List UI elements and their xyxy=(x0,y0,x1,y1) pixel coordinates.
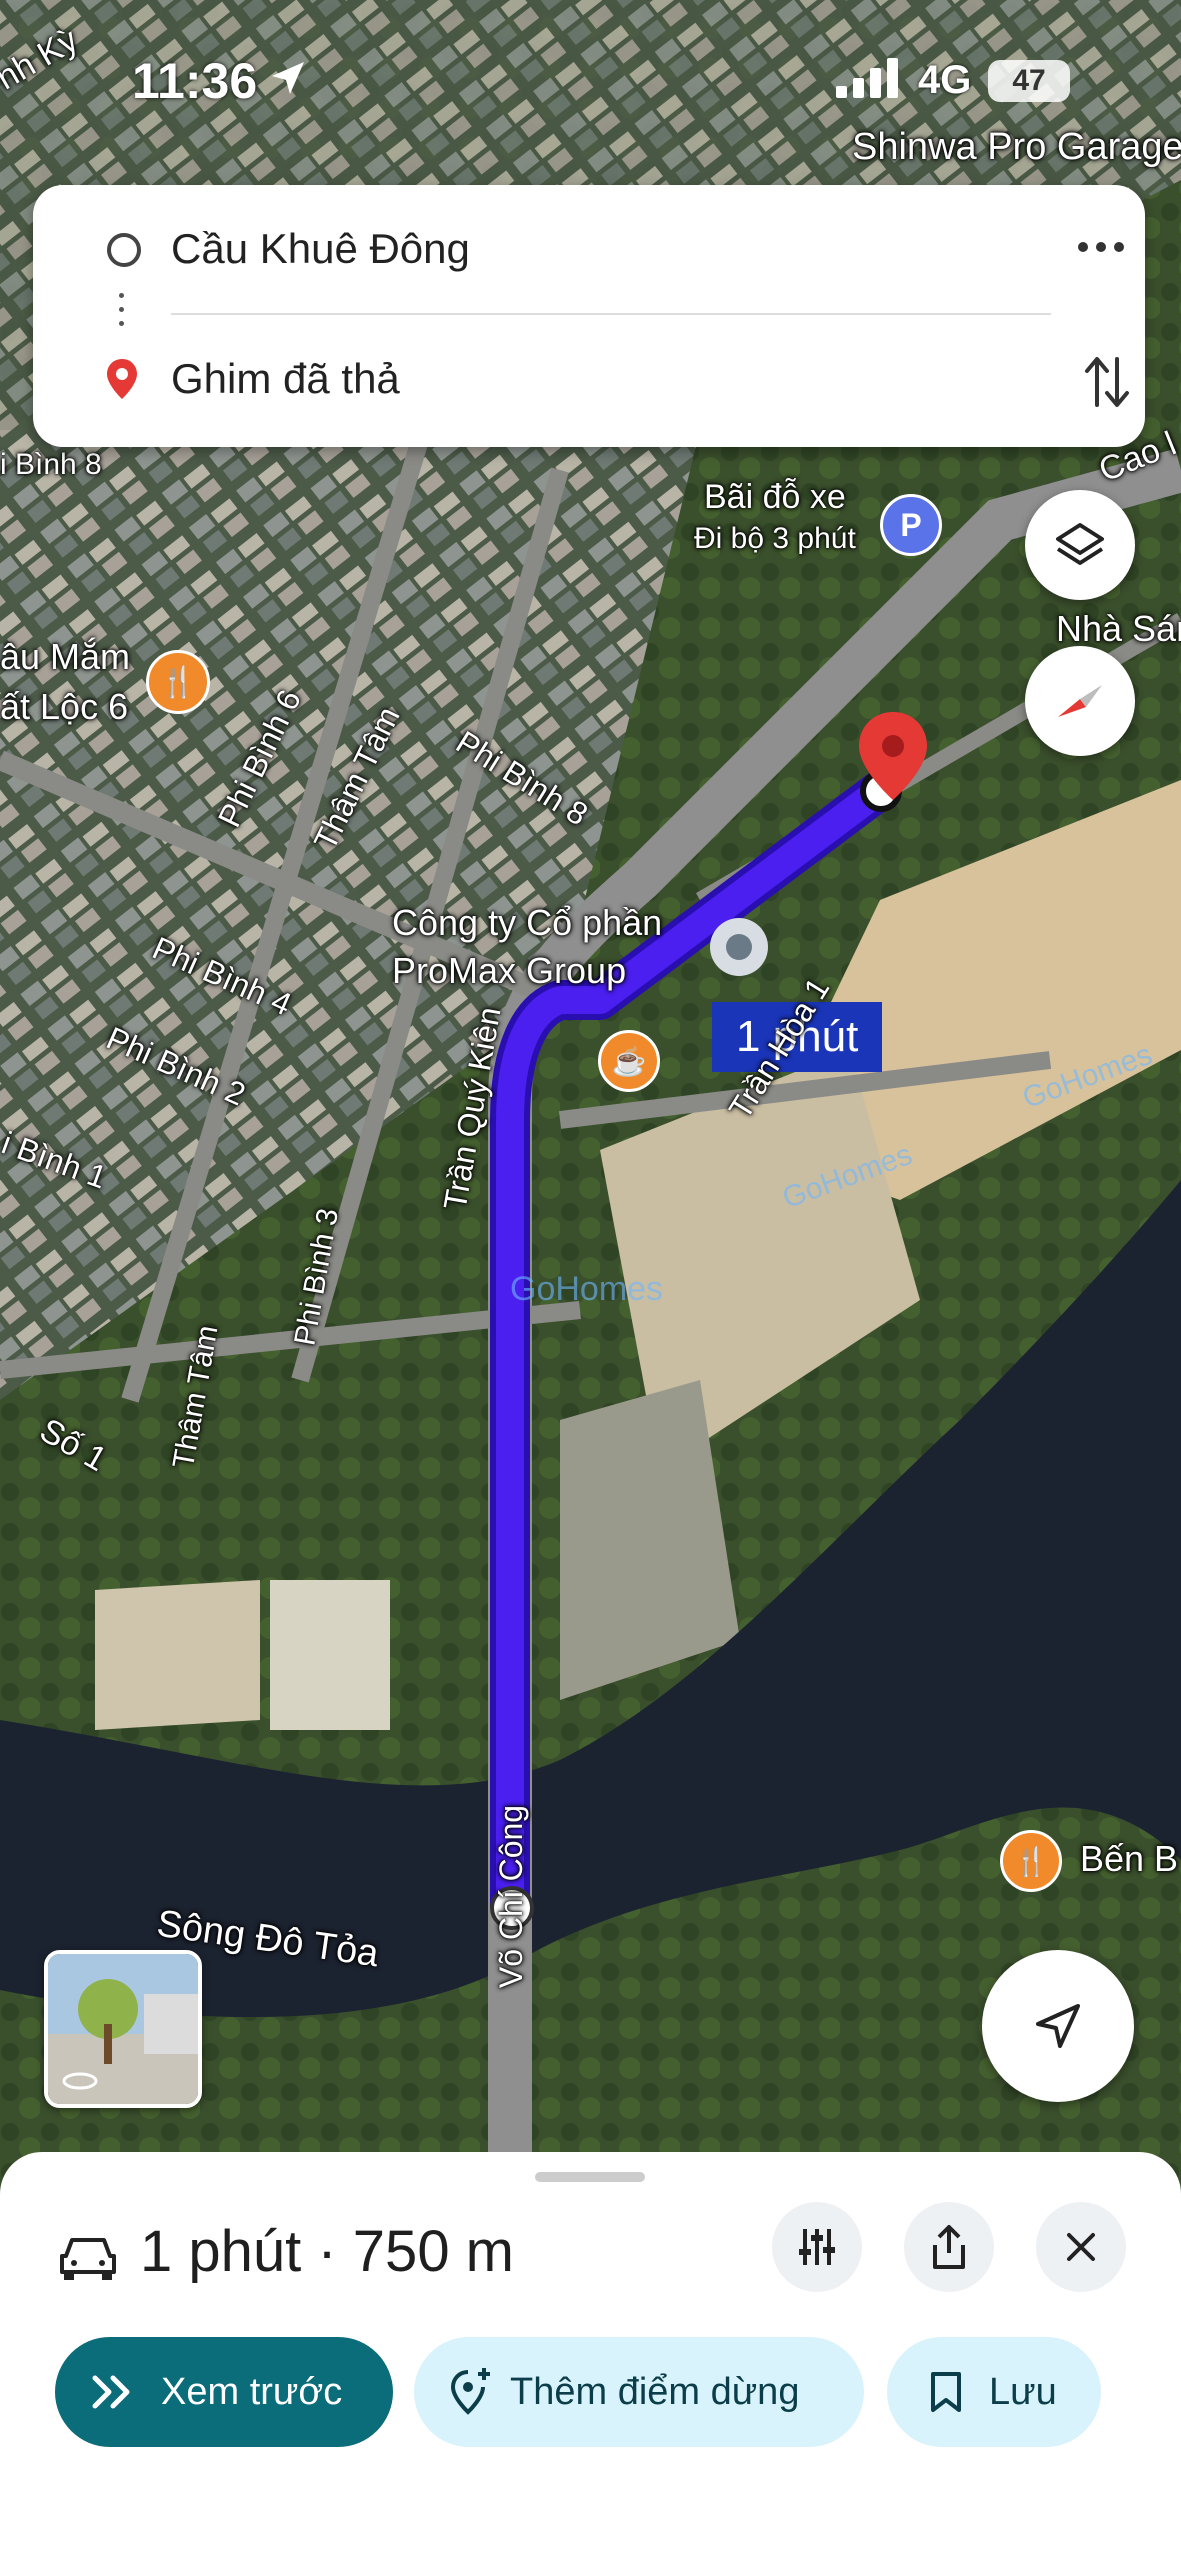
share-button[interactable] xyxy=(904,2202,994,2292)
status-bar: 11:36 4G 47 xyxy=(0,0,1181,165)
cellular-signal-icon xyxy=(836,58,898,98)
divider xyxy=(171,313,1051,315)
battery-icon: 47 xyxy=(988,60,1070,102)
map-label: Bến B xyxy=(1080,1838,1179,1879)
save-button[interactable]: Lưu xyxy=(887,2337,1101,2447)
origin-field[interactable]: Cầu Khuê Đông xyxy=(171,225,470,273)
watermark-logo: GoHomes xyxy=(510,1270,664,1308)
save-label: Lưu xyxy=(989,2370,1057,2413)
map-label: ProMax Group xyxy=(392,950,627,991)
network-type: 4G xyxy=(918,58,972,102)
map-label: Đi bộ 3 phút xyxy=(694,522,856,555)
sheet-handle[interactable] xyxy=(535,2172,645,2182)
route-options-button[interactable] xyxy=(772,2202,862,2292)
close-button[interactable] xyxy=(1036,2202,1126,2292)
map-label: Công ty Cổ phần xyxy=(392,902,663,943)
trip-sheet: 1 phút · 750 m Xem trước Thêm điểm dừng xyxy=(0,2152,1181,2560)
map-label: Bãi đỗ xe xyxy=(704,478,846,516)
parking-badge[interactable]: P xyxy=(880,494,942,556)
more-options-icon[interactable] xyxy=(1073,227,1133,267)
route-panel: Cầu Khuê Đông Ghim đã thả xyxy=(33,185,1145,447)
layers-icon xyxy=(1056,523,1104,565)
add-location-icon xyxy=(450,2368,490,2415)
map-label: âu Mắm xyxy=(0,636,131,677)
layers-button[interactable] xyxy=(1025,490,1135,600)
map-label: Võ Chí Công xyxy=(493,1804,530,1989)
double-chevron-icon xyxy=(92,2375,130,2409)
status-time: 11:36 xyxy=(132,53,258,109)
street-view-thumbnail[interactable] xyxy=(44,1950,202,2108)
origin-circle-icon xyxy=(107,233,141,267)
destination-field[interactable]: Ghim đã thả xyxy=(171,355,400,403)
location-arrow-icon xyxy=(272,62,304,94)
close-icon xyxy=(1067,2233,1095,2261)
recenter-button[interactable] xyxy=(982,1950,1134,2102)
rotate-360-icon xyxy=(62,2072,98,2090)
trip-summary: 1 phút · 750 m xyxy=(140,2219,514,2284)
preview-button[interactable]: Xem trước xyxy=(55,2337,393,2447)
map-label: Nhà Sán xyxy=(1056,608,1181,649)
route-dots-icon xyxy=(119,293,125,335)
swap-direction-icon[interactable] xyxy=(1083,353,1131,411)
map-label: i Bình 8 xyxy=(0,448,102,481)
sliders-icon xyxy=(799,2229,835,2265)
restaurant-icon[interactable]: 🍴 xyxy=(1000,1830,1062,1892)
cafe-icon[interactable]: ☕ xyxy=(598,1030,660,1092)
navigation-arrow-icon xyxy=(1036,2004,1080,2048)
compass-button[interactable] xyxy=(1025,646,1135,756)
bookmark-icon xyxy=(931,2372,961,2412)
restaurant-icon[interactable]: 🍴 xyxy=(146,650,210,714)
preview-label: Xem trước xyxy=(161,2370,343,2413)
car-icon xyxy=(60,2238,116,2280)
compass-icon xyxy=(1058,685,1102,717)
add-stop-button[interactable]: Thêm điểm dừng xyxy=(414,2337,864,2447)
dropped-pin-icon[interactable] xyxy=(855,708,931,804)
destination-pin-icon xyxy=(107,359,137,399)
share-icon xyxy=(933,2225,965,2269)
map-label: ất Lộc 6 xyxy=(0,686,129,727)
current-location-marker xyxy=(710,918,768,976)
add-stop-label: Thêm điểm dừng xyxy=(510,2370,800,2413)
